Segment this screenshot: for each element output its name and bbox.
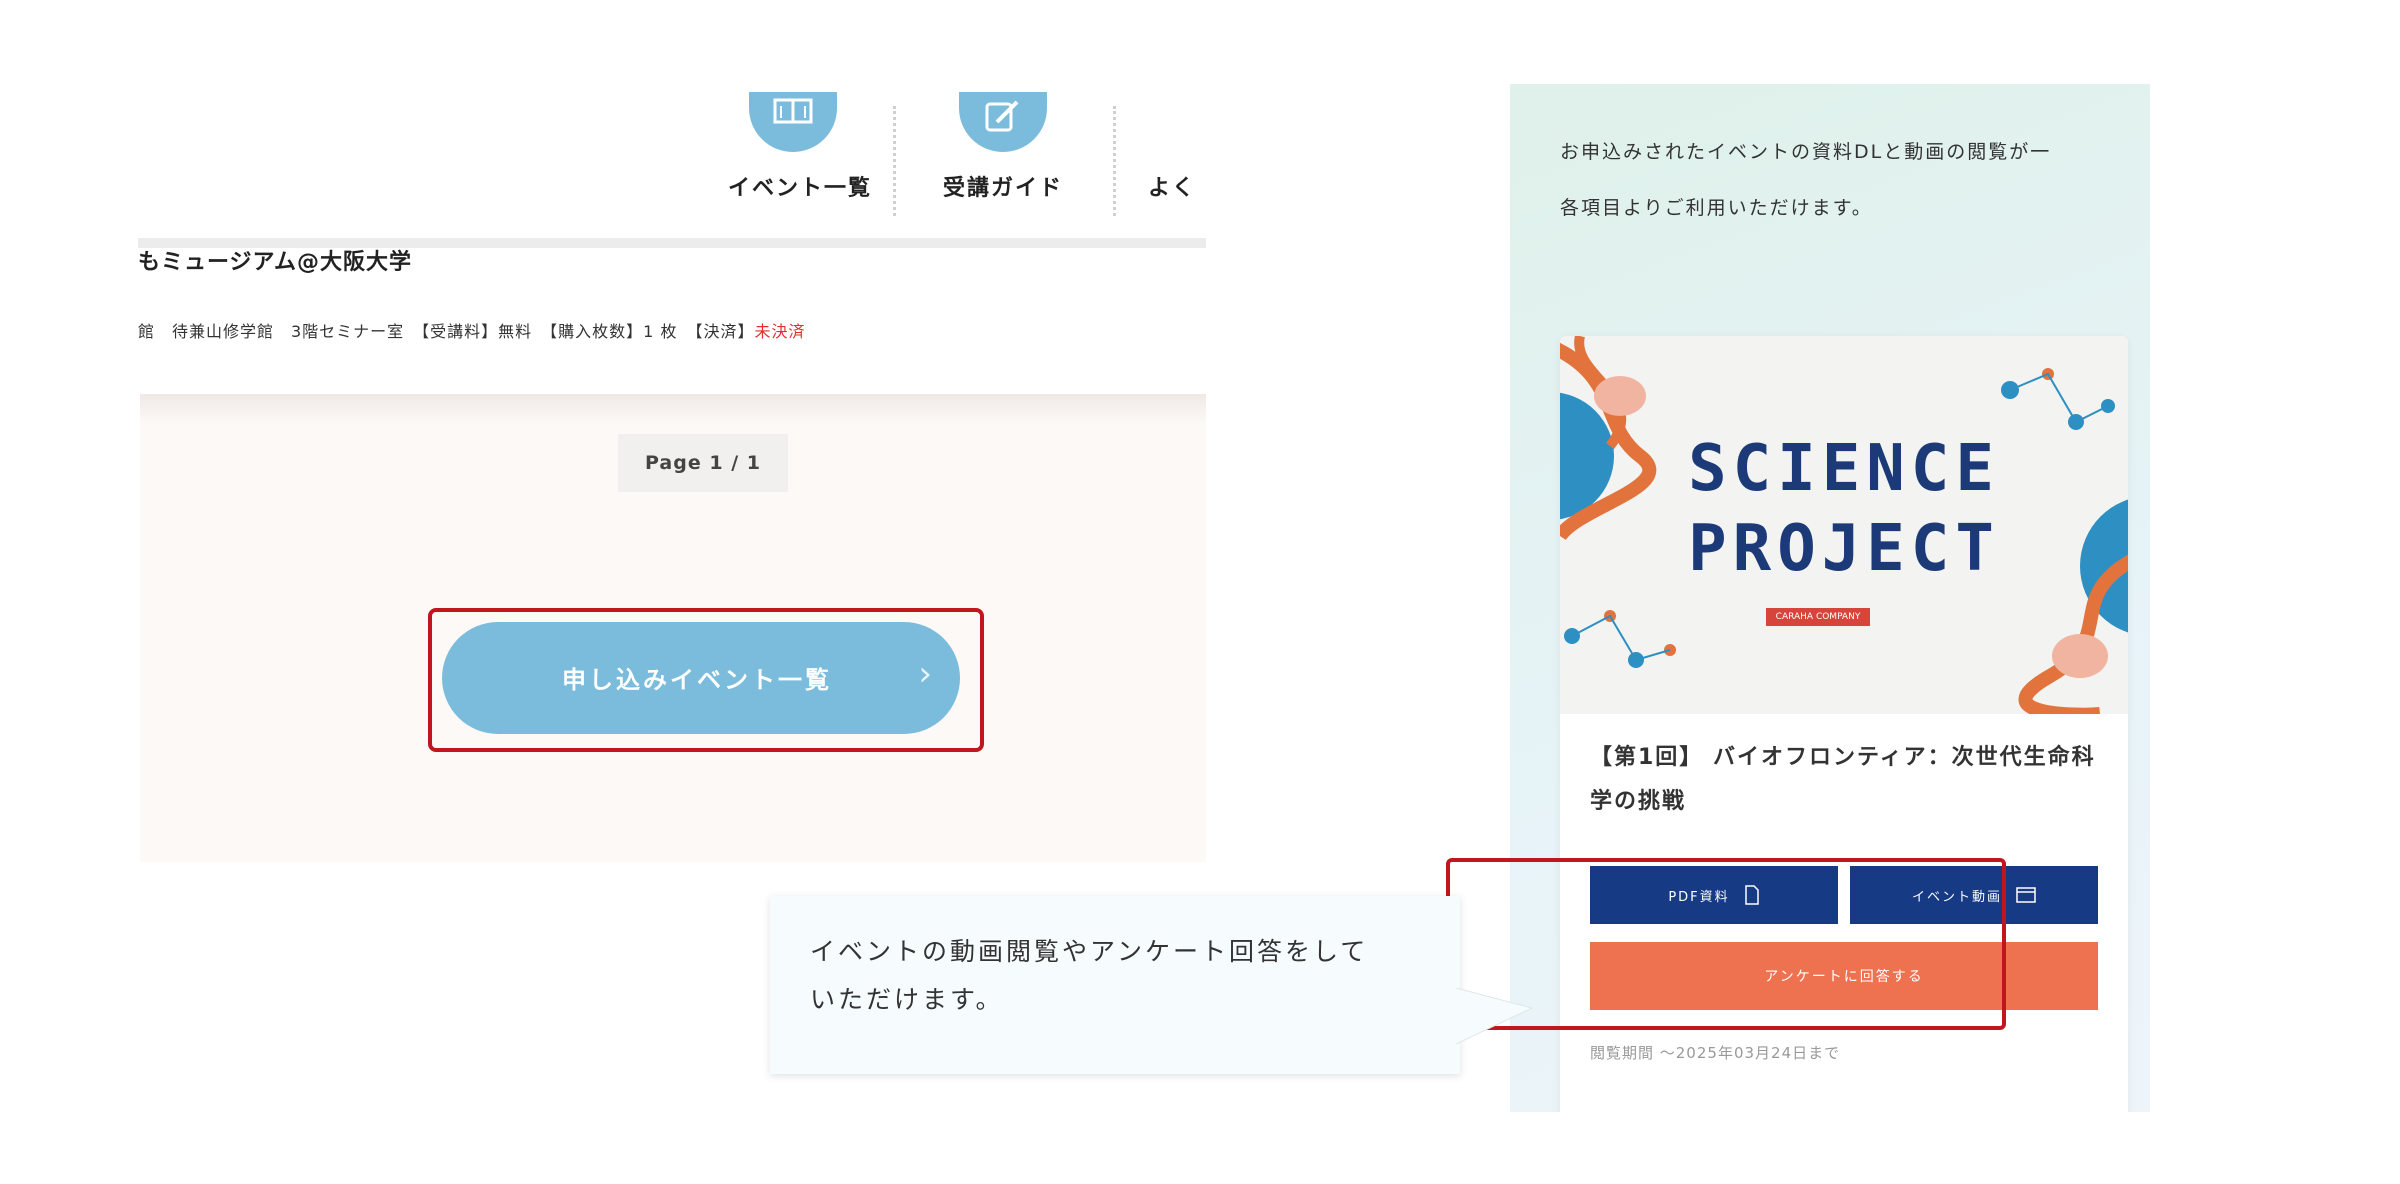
payment-status: 未決済 [754,322,806,341]
nav-divider [893,106,896,216]
pencil-icon [959,92,1047,152]
details-text: 館 待兼山修学館 3階セミナー室 【受講料】無料 【購入枚数】1 枚 【決済】 [138,322,755,341]
viewing-period: 閲覧期間 〜2025年03月24日まで [1590,1044,1841,1062]
video-icon [2016,887,2036,903]
callout-line: いただけます。 [810,985,1004,1014]
nav-item-faq[interactable]: よく [1148,92,1206,202]
pagination: Page 1 / 1 [618,434,788,492]
nav-label: イベント一覧 [728,176,873,201]
banner-title-line2: PROJECT [1688,512,2000,586]
event-banner-image[interactable]: SCIENCE PROJECT CARAHA COMPANY [1560,336,2128,714]
intro-line: 各項目よりご利用いただけます。 [1560,197,1873,219]
callout-pointer [1456,988,1534,1045]
book-icon [749,92,837,152]
highlight-box-left [428,608,984,752]
nav-item-event-list[interactable]: イベント一覧 [728,92,873,202]
event-title: 【第1回】 バイオフロンティア：次世代生命科学の挑戦 [1590,745,2096,814]
banner-title-line1: SCIENCE [1688,432,2000,506]
banner-tag: CARAHA COMPANY [1766,608,1870,626]
nav-label: 受講ガイド [942,176,1063,201]
event-venue: もミュージアム@大阪大学 [138,250,413,275]
callout-text: イベントの動画閲覧やアンケート回答をして いただけます。 [810,928,1430,1024]
top-nav: イベント一覧 受講ガイド よく [138,92,1206,242]
panel-shadow [140,394,1206,424]
intro-text: お申込みされたイベントの資料DLと動画の閲覧が一 各項目よりご利用いただけます。 [1560,124,2051,236]
callout-line: イベントの動画閲覧やアンケート回答をして [810,937,1369,966]
callout-box: イベントの動画閲覧やアンケート回答をして いただけます。 [770,896,1460,1074]
event-details: 館 待兼山修学館 3階セミナー室 【受講料】無料 【購入枚数】1 枚 【決済】未… [138,318,805,342]
intro-line: お申込みされたイベントの資料DLと動画の閲覧が一 [1560,141,2052,163]
nav-label: よく [1148,176,1197,201]
nav-divider [1113,106,1116,216]
nav-item-guide[interactable]: 受講ガイド [938,92,1068,202]
